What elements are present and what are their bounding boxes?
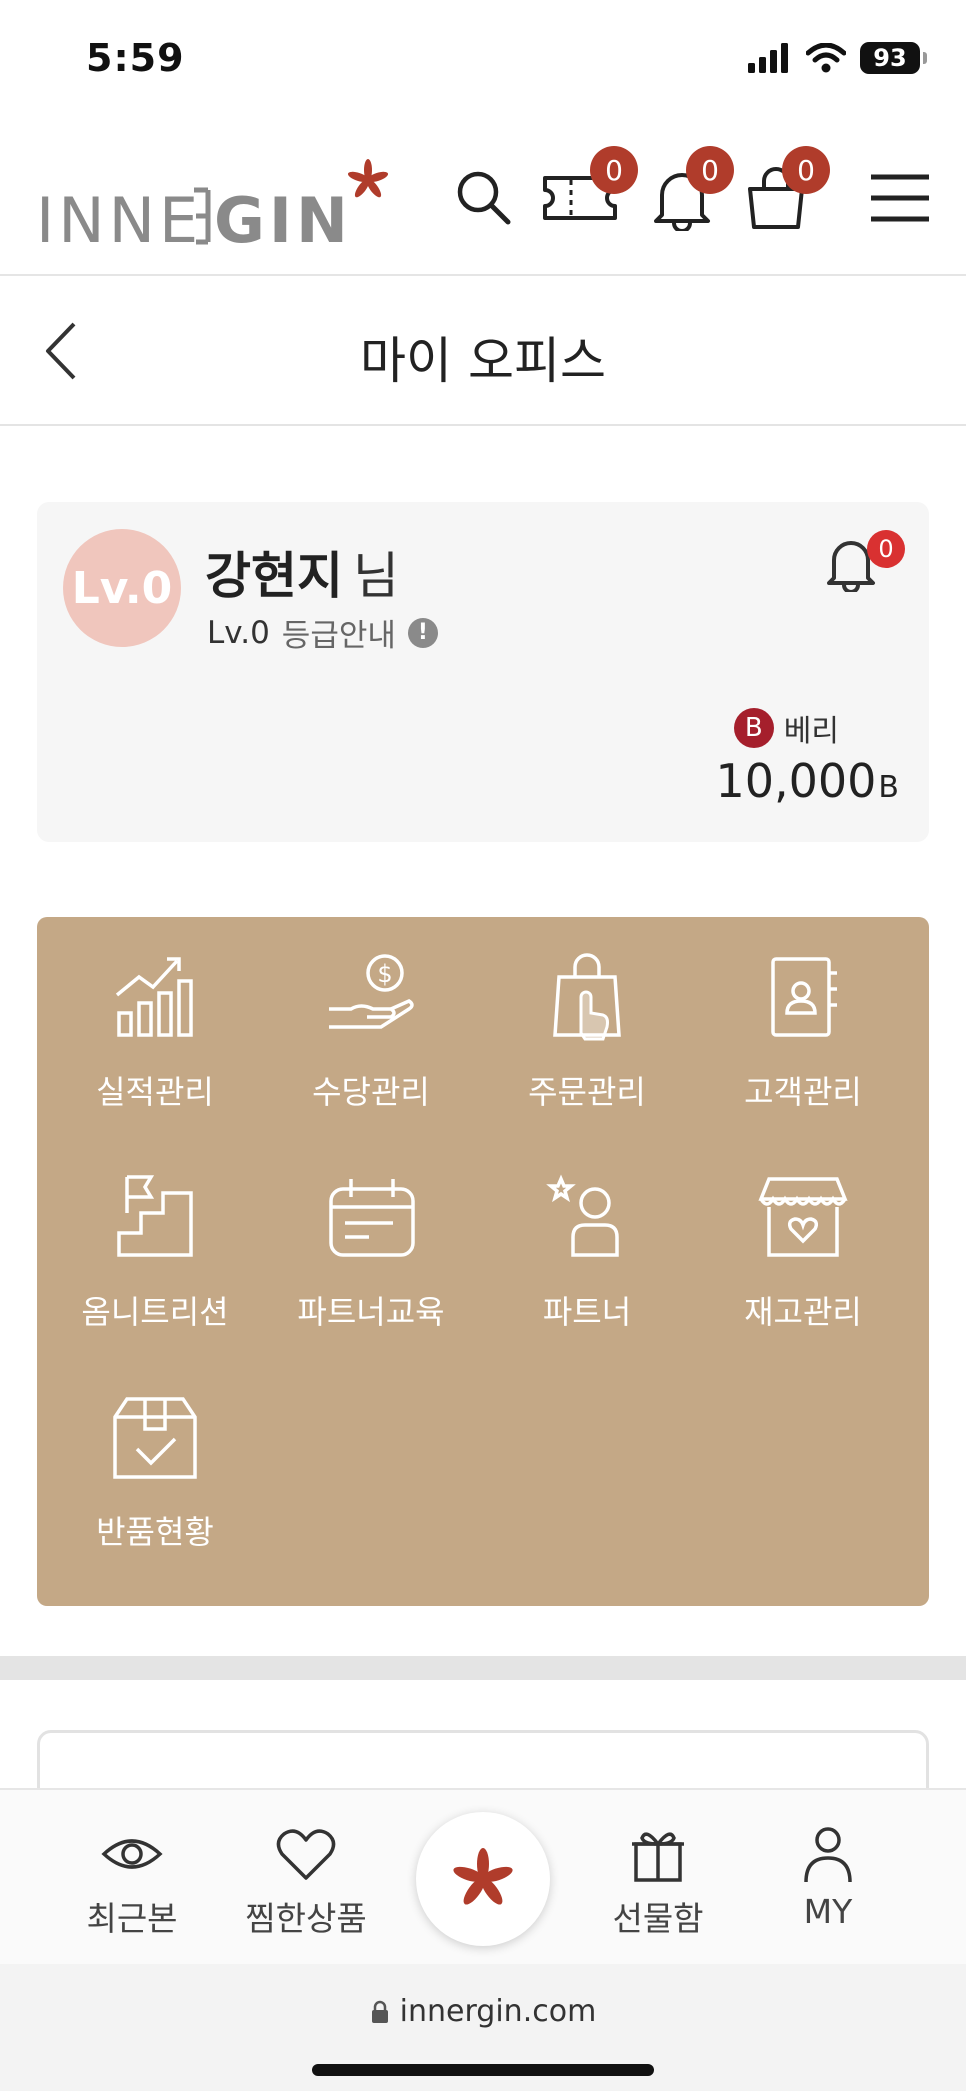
nav-home-button[interactable]: [416, 1812, 550, 1946]
return-box-icon: [113, 1397, 197, 1479]
level-badge: Lv.0: [63, 529, 181, 647]
office-notification-button[interactable]: 0: [825, 530, 905, 598]
berry-amount: 10,000: [715, 754, 877, 808]
menu-label: 파트너: [542, 1293, 632, 1331]
status-icons: 93: [748, 42, 927, 74]
url-field[interactable]: innergin.com: [0, 1994, 966, 2029]
menu-label: 반품현황: [96, 1513, 214, 1551]
home-indicator[interactable]: [312, 2064, 654, 2076]
menu-item-omnitrition[interactable]: 옴니트리션: [45, 1137, 265, 1337]
cart-count-badge: 0: [782, 146, 830, 194]
svg-text:GIN: GIN: [214, 184, 352, 250]
menu-item-partner-education[interactable]: 파트너교육: [261, 1137, 481, 1337]
menu-item-partner[interactable]: 파트너: [477, 1137, 697, 1337]
section-divider: [0, 1656, 966, 1680]
inventory-store-icon: [758, 1177, 848, 1257]
site-header: INNE GIN 0 0 0: [0, 120, 966, 276]
search-button[interactable]: [444, 158, 524, 238]
menu-label: 재고관리: [744, 1293, 862, 1331]
page-title-bar: 마이 오피스: [0, 276, 966, 426]
battery-indicator: 93: [860, 42, 927, 74]
nav-recent[interactable]: 최근본: [52, 1824, 212, 1940]
nav-wishlist[interactable]: 찜한상품: [226, 1824, 386, 1940]
bottom-navigation: 최근본 찜한상품 선물함 MY: [0, 1788, 966, 1964]
status-bar: 5:59 93: [0, 0, 966, 120]
order-bag-icon: [553, 953, 621, 1041]
menu-label: 고객관리: [744, 1073, 862, 1111]
innergin-flower-icon: [453, 1848, 513, 1905]
menu-item-inventory[interactable]: 재고관리: [693, 1137, 913, 1337]
partner-person-icon: [546, 1174, 619, 1257]
cellular-signal-icon: [748, 43, 788, 73]
menu-item-customers[interactable]: 고객관리: [693, 917, 913, 1117]
nav-label: 찜한상품: [245, 1899, 367, 1938]
menu-item-returns[interactable]: 반품현황: [45, 1357, 265, 1557]
svg-text:$: $: [377, 960, 392, 988]
menu-label: 주문관리: [528, 1073, 646, 1111]
menu-item-orders[interactable]: 주문관리: [477, 917, 697, 1117]
level-info[interactable]: Lv.0 등급안내 !: [207, 610, 438, 655]
search-icon: [457, 171, 511, 225]
svg-text:INNE: INNE: [36, 184, 202, 250]
wifi-icon: [806, 43, 846, 73]
coupon-count-badge: 0: [590, 146, 638, 194]
office-alert-count-badge: 0: [867, 530, 905, 568]
lock-icon: [371, 2000, 388, 2023]
menu-label: 옴니트리션: [81, 1293, 229, 1331]
user-name: 강현지: [205, 547, 343, 605]
berry-amount-line[interactable]: 10,000B: [715, 754, 899, 808]
user-level: Lv.0: [207, 614, 270, 651]
berry-label: 베리: [783, 714, 839, 749]
customer-book-icon: [771, 957, 837, 1037]
berry-icon: B: [733, 708, 774, 748]
office-menu-grid: 실적관리 $ 수당관리 주문관리 고객관리 옴니트리션 파트너교육 파트너 재고…: [37, 917, 929, 1606]
menu-label: 파트너교육: [297, 1293, 445, 1331]
url-text: innergin.com: [399, 1994, 597, 2029]
profile-card: Lv.0 강현지 님 Lv.0 등급안내 ! 0 B 베리 10,000B: [37, 502, 929, 842]
gift-box-icon: [632, 1832, 684, 1882]
cart-button[interactable]: 0: [736, 146, 830, 238]
partner-education-calendar-icon: [329, 1179, 415, 1257]
grade-guide-link[interactable]: 등급안내: [282, 610, 396, 655]
user-name-suffix: 님: [353, 547, 399, 605]
omnitrition-stairs-icon: [117, 1175, 193, 1257]
user-name-line: 강현지 님: [205, 536, 399, 608]
notification-button[interactable]: 0: [642, 146, 734, 238]
nav-gift[interactable]: 선물함: [578, 1824, 738, 1940]
menu-label: 수당관리: [312, 1073, 430, 1111]
user-icon: [804, 1827, 852, 1883]
status-time: 5:59: [86, 36, 185, 80]
innergin-logo[interactable]: INNE GIN: [36, 150, 396, 250]
berry-label-row: B 베리: [733, 706, 839, 750]
menu-button[interactable]: [860, 158, 940, 238]
heart-icon: [276, 1829, 336, 1880]
notification-count-badge: 0: [686, 146, 734, 194]
nav-label: 최근본: [86, 1899, 178, 1938]
eye-icon: [101, 1839, 163, 1869]
berry-unit: B: [878, 770, 899, 805]
menu-item-performance[interactable]: 실적관리: [45, 917, 265, 1117]
allowance-coin-icon: $: [329, 954, 414, 1029]
coupon-button[interactable]: 0: [540, 146, 638, 238]
info-icon[interactable]: !: [407, 617, 438, 648]
hamburger-menu-icon: [871, 174, 929, 222]
page-title: 마이 오피스: [360, 332, 606, 390]
menu-label: 실적관리: [96, 1073, 214, 1111]
performance-chart-icon: [115, 957, 193, 1037]
menu-item-allowance[interactable]: $ 수당관리: [261, 917, 481, 1117]
nav-label: 선물함: [612, 1899, 704, 1938]
nav-label: MY: [803, 1892, 853, 1931]
nav-my[interactable]: MY: [748, 1824, 908, 1931]
browser-url-bar: innergin.com: [0, 1964, 966, 2091]
